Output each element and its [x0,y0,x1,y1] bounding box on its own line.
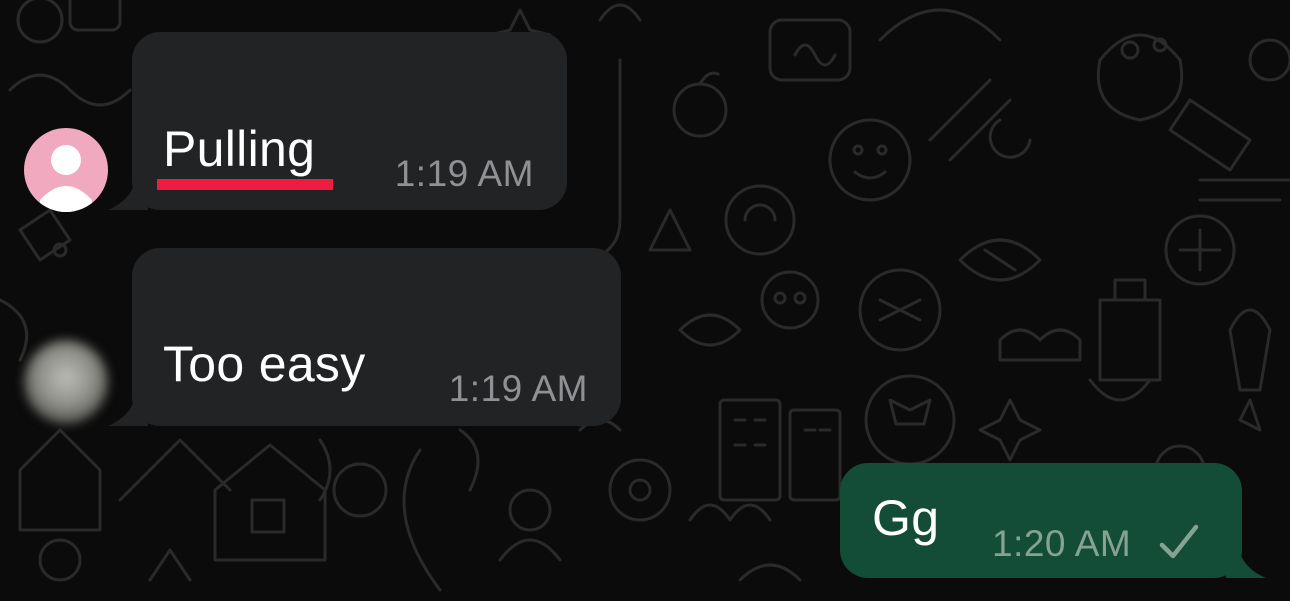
bubble-tail [108,178,148,210]
message-text: Gg [872,490,940,546]
message-text: Pulling [163,121,316,177]
bubble-tail [1226,546,1266,578]
bubble-tail [108,394,148,426]
message-bubble-incoming[interactable]: Pulling 1:19 AM [108,32,567,210]
message-text: Too easy [163,336,366,392]
message-bubble-incoming[interactable]: Too easy 1:19 AM [108,248,621,426]
message-timestamp: 1:19 AM [448,368,588,409]
message-timestamp: 1:20 AM [992,523,1132,564]
contact-avatar-photo-blurred[interactable] [24,340,108,424]
red-underline-annotation [157,179,333,190]
message-timestamp: 1:19 AM [394,153,534,194]
person-icon [40,145,92,212]
single-check-icon [1159,524,1199,559]
message-bubble-outgoing[interactable]: Gg 1:20 AM [840,463,1266,578]
contact-avatar-placeholder[interactable] [24,128,108,212]
